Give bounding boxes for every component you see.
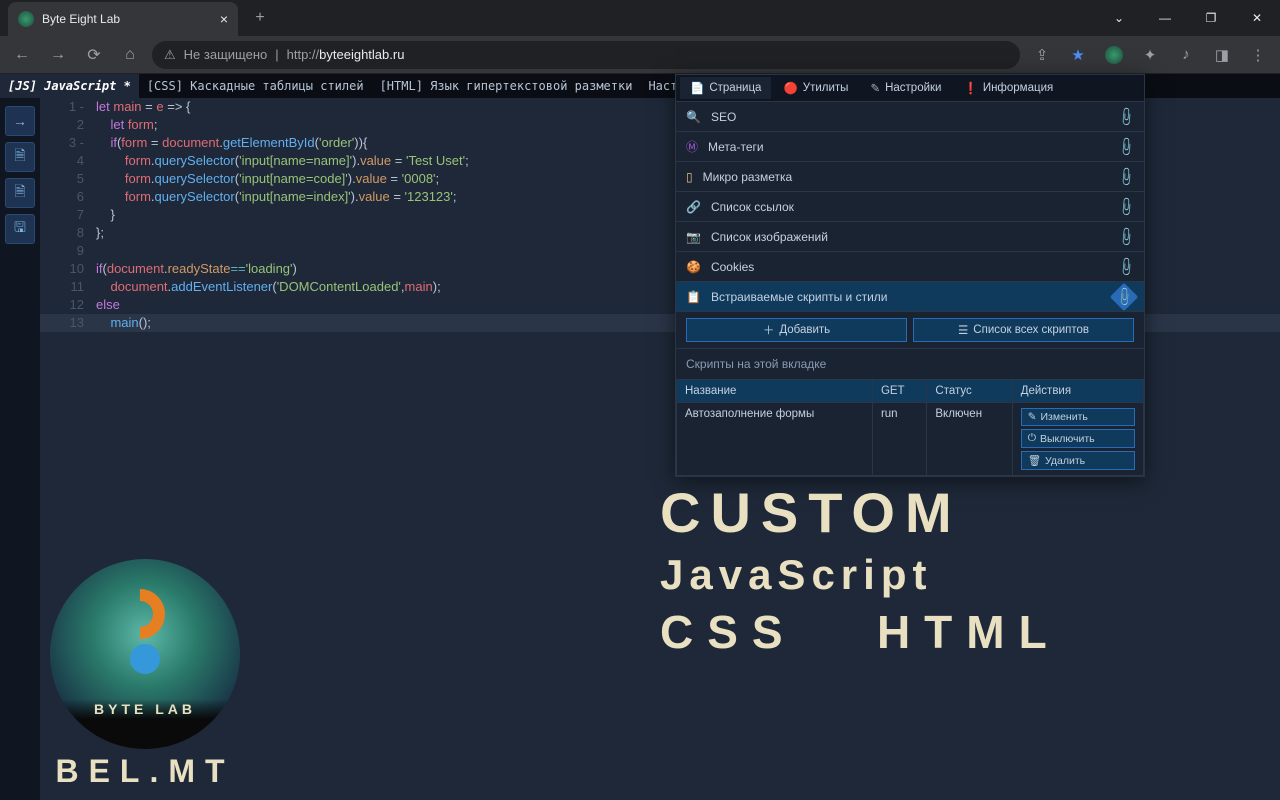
share-icon[interactable]: ⇪ — [1028, 41, 1056, 69]
window-titlebar: Byte Eight Lab × + ⌄ — ❐ ✕ — [0, 0, 1280, 36]
table-header: Название — [677, 380, 873, 403]
item-label: Встраиваемые скрипты и стили — [711, 290, 888, 304]
attach-icon[interactable]: 📎 — [1115, 105, 1138, 128]
logo-circle: BYTE LAB — [50, 559, 240, 749]
item-label: SEO — [711, 110, 736, 124]
close-button[interactable]: ✕ — [1234, 0, 1280, 36]
table-header: GET — [872, 380, 926, 403]
list-button[interactable]: ☰ Список всех скриптов — [913, 318, 1134, 342]
warning-icon: ⚠ — [164, 47, 176, 63]
panel-item[interactable]: 📷 Список изображений 📎 — [676, 221, 1144, 251]
tab-title: Byte Eight Lab — [42, 12, 120, 26]
extensions-icon[interactable]: ✦ — [1136, 41, 1164, 69]
item-icon: 📷 — [686, 230, 701, 244]
panel-item[interactable]: 🔗 Список ссылок 📎 — [676, 191, 1144, 221]
table-header: Статус — [927, 380, 1012, 403]
item-icon: 🍪 — [686, 260, 701, 274]
security-label: Не защищено — [184, 47, 268, 62]
item-icon: 🔍 — [686, 110, 701, 124]
cell-get: run — [872, 403, 926, 476]
attach-icon[interactable]: 📎 — [1115, 195, 1138, 218]
logo-text-outer: BEL.MT — [30, 753, 260, 790]
panel-tab[interactable]: ✎ Настройки — [860, 77, 951, 99]
chevron-down-icon[interactable]: ⌄ — [1096, 0, 1142, 36]
cell-status: Включен — [927, 403, 1012, 476]
music-icon[interactable]: ♪ — [1172, 41, 1200, 69]
attach-icon[interactable]: 📎 — [1115, 225, 1138, 248]
separator: | — [275, 47, 278, 62]
item-icon: 📋 — [686, 290, 701, 304]
panel-tab[interactable]: ❗ Информация — [953, 77, 1063, 99]
editor-tab[interactable]: [CSS] Каскадные таблицы стилей — [139, 74, 372, 98]
tab-favicon — [18, 11, 34, 27]
action-button[interactable]: 🗑Удалить — [1021, 451, 1135, 470]
item-label: Микро разметка — [703, 170, 793, 184]
panel-item[interactable]: 🍪 Cookies 📎 — [676, 251, 1144, 281]
address-bar[interactable]: ⚠ Не защищено | http://byteeightlab.ru — [152, 41, 1020, 69]
home-button[interactable]: ⌂ — [116, 41, 144, 69]
extension-panel: 📄 Страница🔴 Утилиты✎ Настройки❗ Информац… — [675, 74, 1145, 477]
item-label: Мета-теги — [708, 140, 764, 154]
hero-text: CUSTOM JavaScript CSS HTML — [660, 480, 1061, 659]
brand-logo: BYTE LAB BEL.MT — [30, 559, 260, 790]
sidepanel-icon[interactable]: ◨ — [1208, 41, 1236, 69]
item-label: Список изображений — [711, 230, 828, 244]
action-button[interactable]: ✎Изменить — [1021, 408, 1135, 426]
panel-tab[interactable]: 📄 Страница — [680, 77, 771, 99]
forward-button[interactable]: → — [44, 41, 72, 69]
save-button[interactable]: 🖫 — [5, 214, 35, 244]
reload-button[interactable]: ⟳ — [80, 41, 108, 69]
new-tab-button[interactable]: + — [246, 4, 274, 32]
browser-tab[interactable]: Byte Eight Lab × — [8, 2, 238, 36]
panel-actions: ＋Добавить ☰ Список всех скриптов — [676, 311, 1144, 348]
menu-icon[interactable]: ⋮ — [1244, 41, 1272, 69]
table-row: Автозаполнение формы run Включен ✎Измени… — [677, 403, 1144, 476]
maximize-button[interactable]: ❐ — [1188, 0, 1234, 36]
panel-tab[interactable]: 🔴 Утилиты — [773, 77, 858, 99]
panel-item[interactable]: 🔍 SEO 📎 — [676, 101, 1144, 131]
file-button[interactable]: 🗎 — [5, 142, 35, 172]
hero-line1: CUSTOM — [660, 480, 1061, 545]
editor-tab[interactable]: [JS] JavaScript * — [0, 74, 139, 98]
item-label: Список ссылок — [711, 200, 794, 214]
logo-text-inner: BYTE LAB — [50, 701, 240, 717]
url-scheme: http:// — [287, 47, 320, 62]
bookmark-star-icon[interactable]: ★ — [1064, 41, 1092, 69]
run-button[interactable]: → — [5, 106, 35, 136]
section-title: Скрипты на этой вкладке — [676, 348, 1144, 379]
cell-actions: ✎Изменить ⏻Выключить 🗑Удалить — [1012, 403, 1143, 476]
profile-avatar[interactable] — [1100, 41, 1128, 69]
panel-item[interactable]: Ⓜ Мета-теги 📎 — [676, 131, 1144, 161]
scripts-table: НазваниеGETСтатусДействия Автозаполнение… — [676, 379, 1144, 476]
hero-line2: JavaScript — [660, 551, 1061, 599]
export-button[interactable]: 🗎 — [5, 178, 35, 208]
panel-item[interactable]: ▯ Микро разметка 📎 — [676, 161, 1144, 191]
attach-icon[interactable]: 📎 — [1115, 135, 1138, 158]
url-host: byteeightlab.ru — [319, 47, 404, 62]
item-icon: Ⓜ — [686, 138, 698, 155]
table-header: Действия — [1012, 380, 1143, 403]
item-icon: ▯ — [686, 170, 693, 184]
add-button[interactable]: ＋Добавить — [686, 318, 907, 342]
browser-toolbar: ← → ⟳ ⌂ ⚠ Не защищено | http://byteeight… — [0, 36, 1280, 74]
minimize-button[interactable]: — — [1142, 0, 1188, 36]
window-controls: ⌄ — ❐ ✕ — [1096, 0, 1280, 36]
attach-icon[interactable]: 📎 — [1115, 165, 1138, 188]
back-button[interactable]: ← — [8, 41, 36, 69]
item-icon: 🔗 — [686, 200, 701, 214]
attach-icon[interactable]: 📎 — [1115, 255, 1138, 278]
panel-tabs: 📄 Страница🔴 Утилиты✎ Настройки❗ Информац… — [676, 75, 1144, 101]
panel-item[interactable]: 📋 Встраиваемые скрипты и стили 📎 — [676, 281, 1144, 311]
editor-tab[interactable]: [HTML] Язык гипертекстовой разметки — [372, 74, 641, 98]
attach-icon[interactable]: 📎 — [1110, 282, 1138, 310]
action-button[interactable]: ⏻Выключить — [1021, 429, 1135, 448]
item-label: Cookies — [711, 260, 754, 274]
cell-name: Автозаполнение формы — [677, 403, 873, 476]
tab-close-icon[interactable]: × — [220, 11, 228, 27]
hero-line3: CSS HTML — [660, 605, 1061, 659]
